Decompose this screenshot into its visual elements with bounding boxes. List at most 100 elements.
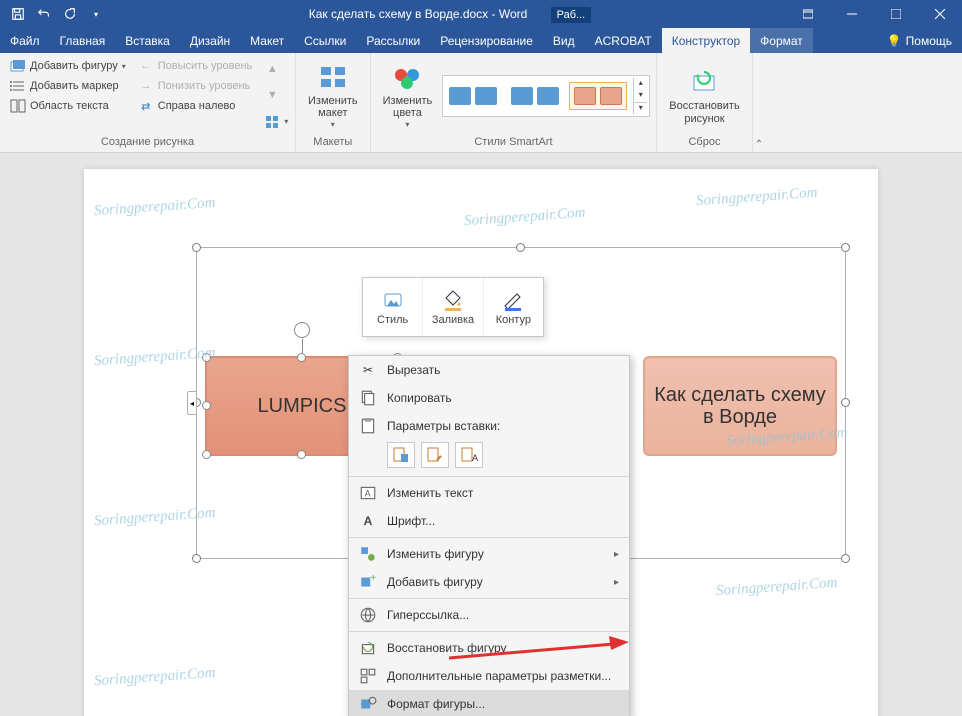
change-layout-button[interactable]: Изменить макет▾ (302, 57, 364, 134)
arrow-right-icon: → (138, 78, 154, 94)
paste-option-1[interactable] (387, 442, 415, 468)
paste-options-label: Параметры вставки: (387, 419, 500, 433)
mini-style-button[interactable]: Стиль (363, 278, 423, 336)
title-context-tag: Раб... (551, 7, 592, 23)
qat-customize-button[interactable]: ▾ (84, 2, 108, 26)
tell-me-help[interactable]: 💡 Помощь (877, 28, 962, 53)
tab-insert[interactable]: Вставка (115, 28, 180, 53)
ctx-separator (349, 631, 629, 632)
selection-handle[interactable] (192, 554, 201, 563)
tab-design[interactable]: Дизайн (180, 28, 240, 53)
style-option-1[interactable] (445, 83, 501, 109)
selection-handle[interactable] (841, 398, 850, 407)
paste-option-2[interactable] (421, 442, 449, 468)
paste-option-3[interactable]: A (455, 442, 483, 468)
move-down-button: ▼ (260, 86, 292, 104)
demote-button: →Понизить уровень (134, 77, 257, 95)
add-shape-icon: + (359, 573, 377, 591)
hyperlink-icon (359, 606, 377, 624)
tab-review[interactable]: Рецензирование (430, 28, 543, 53)
shape-1-text: LUMPICS (258, 395, 347, 417)
redo-button[interactable] (58, 2, 82, 26)
layout-icon (264, 114, 280, 130)
tab-home[interactable]: Главная (50, 28, 116, 53)
reset-graphic-button[interactable]: Восстановить рисунок (663, 57, 745, 134)
tab-constructor[interactable]: Конструктор (662, 28, 750, 53)
minimize-button[interactable] (830, 0, 874, 28)
ctx-format-shape[interactable]: Формат фигуры... (349, 690, 629, 716)
tab-acrobat[interactable]: ACROBAT (585, 28, 662, 53)
layout-dropdown-button[interactable]: ▾ (260, 113, 292, 131)
close-button[interactable] (918, 0, 962, 28)
group-smartart-styles: Изменить цвета▾ ▴▾▾ Стили SmartArt (371, 53, 658, 152)
style-icon (381, 288, 405, 312)
undo-button[interactable] (32, 2, 56, 26)
add-shape-icon (10, 58, 26, 74)
title-bar: ▾ Как сделать схему в Ворде.docx - Word … (0, 0, 962, 28)
selection-handle[interactable] (297, 450, 306, 459)
page[interactable]: ◂ LUMPICS Как сделать схему в Ворде Стил… (84, 169, 878, 716)
text-pane-button[interactable]: Область текста (6, 97, 130, 115)
ctx-separator (349, 537, 629, 538)
cut-icon: ✂ (359, 361, 377, 379)
tab-references[interactable]: Ссылки (294, 28, 356, 53)
ctx-add-shape[interactable]: +Добавить фигуру▸ (349, 568, 629, 596)
submenu-arrow-icon: ▸ (614, 549, 619, 560)
smartart-shape-2[interactable]: Как сделать схему в Ворде (643, 356, 837, 456)
selection-handle[interactable] (192, 243, 201, 252)
ctx-change-shape[interactable]: Изменить фигуру▸ (349, 540, 629, 568)
ribbon: Добавить фигуру▾ Добавить маркер Область… (0, 53, 962, 153)
arrow-down-icon: ▼ (264, 87, 280, 103)
selection-handle[interactable] (202, 450, 211, 459)
document-area: ◂ LUMPICS Как сделать схему в Ворде Стил… (0, 153, 962, 716)
mini-outline-button[interactable]: Контур (484, 278, 543, 336)
ribbon-display-button[interactable] (786, 0, 830, 28)
move-up-button: ▲ (260, 60, 292, 78)
add-bullet-button[interactable]: Добавить маркер (6, 77, 130, 95)
ctx-more-layout[interactable]: Дополнительные параметры разметки... (349, 662, 629, 690)
tab-file[interactable]: Файл (0, 28, 50, 53)
gallery-more-button[interactable]: ▴▾▾ (633, 78, 647, 114)
rtl-button[interactable]: ⇄Справа налево (134, 97, 257, 115)
watermark: Soringperepair.Com (696, 185, 818, 210)
submenu-arrow-icon: ▸ (614, 577, 619, 588)
selection-handle[interactable] (841, 243, 850, 252)
rtl-icon: ⇄ (138, 98, 154, 114)
rotate-handle[interactable] (294, 322, 310, 338)
ctx-hyperlink[interactable]: Гиперссылка... (349, 601, 629, 629)
selection-handle[interactable] (297, 353, 306, 362)
window-controls (786, 0, 962, 28)
change-colors-button[interactable]: Изменить цвета▾ (377, 59, 439, 132)
tab-format[interactable]: Формат (750, 28, 813, 53)
tab-layout[interactable]: Макет (240, 28, 294, 53)
style-option-3[interactable] (569, 82, 627, 110)
save-button[interactable] (6, 2, 30, 26)
ctx-cut[interactable]: ✂Вырезать (349, 356, 629, 384)
ctx-paste-label-row: Параметры вставки: (349, 412, 629, 440)
selection-handle[interactable] (841, 554, 850, 563)
add-shape-button[interactable]: Добавить фигуру▾ (6, 57, 130, 75)
group-label-layouts: Макеты (302, 134, 364, 150)
group-label-reset: Сброс (663, 134, 745, 150)
annotation-arrow (449, 636, 629, 666)
selection-handle[interactable] (202, 353, 211, 362)
mini-fill-button[interactable]: Заливка (423, 278, 483, 336)
font-icon: A (359, 512, 377, 530)
ctx-edit-text[interactable]: AИзменить текст (349, 479, 629, 507)
group-label-styles: Стили SmartArt (377, 134, 651, 150)
tab-view[interactable]: Вид (543, 28, 585, 53)
selection-handle[interactable] (516, 243, 525, 252)
ctx-copy[interactable]: Копировать (349, 384, 629, 412)
help-label: Помощь (906, 34, 952, 48)
ctx-separator (349, 476, 629, 477)
group-reset: Восстановить рисунок Сброс (657, 53, 752, 152)
collapse-ribbon-button[interactable]: ⌃ (753, 137, 771, 152)
smartart-styles-gallery[interactable]: ▴▾▾ (442, 75, 650, 117)
maximize-button[interactable] (874, 0, 918, 28)
tab-mailings[interactable]: Рассылки (356, 28, 430, 53)
selection-handle[interactable] (202, 401, 211, 410)
text-pane-toggle[interactable]: ◂ (187, 391, 197, 415)
ctx-font[interactable]: AШрифт... (349, 507, 629, 535)
style-option-2[interactable] (507, 83, 563, 109)
change-colors-icon (391, 61, 423, 93)
